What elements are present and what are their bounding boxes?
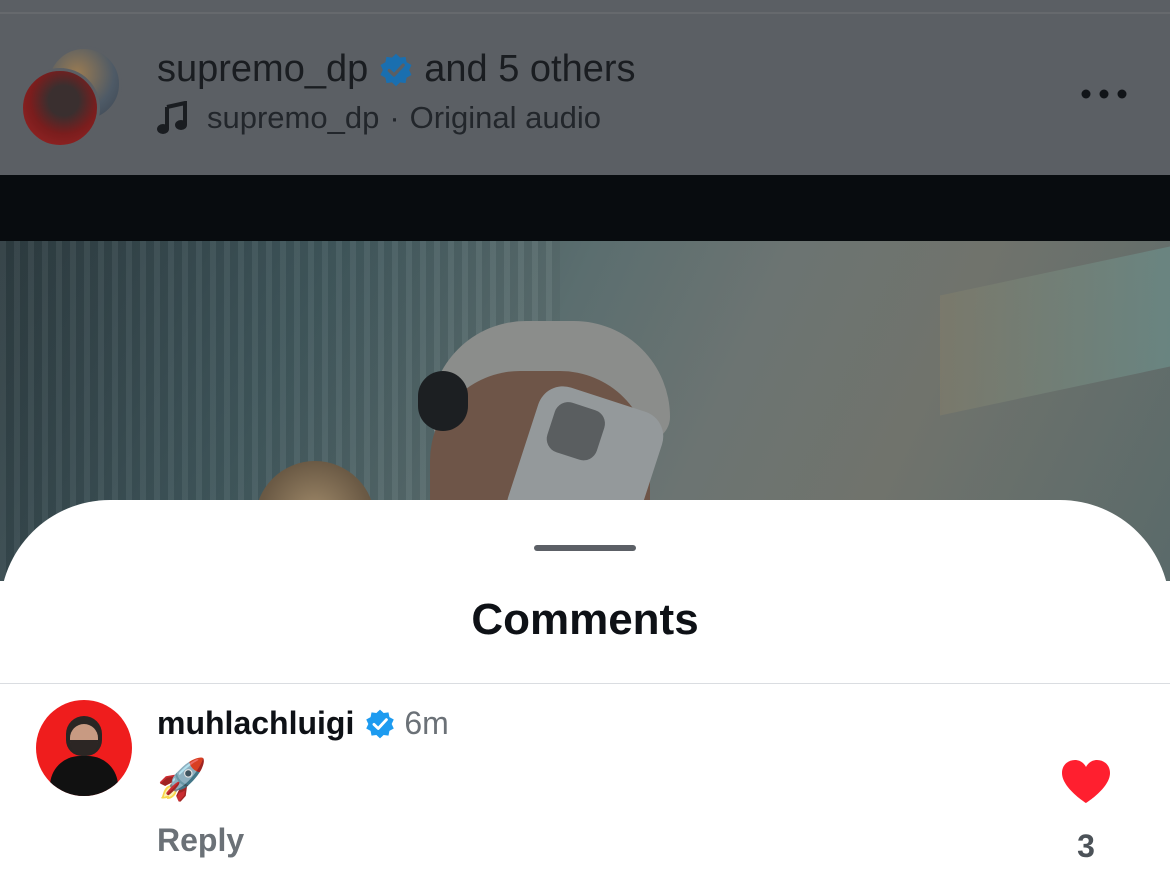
like-count: 3 [1077, 828, 1095, 864]
author-avatar [20, 68, 100, 148]
comment-username[interactable]: muhlachluigi [157, 705, 354, 742]
comments-screen: supremo_dp and 5 others supremo_dp · Ori… [0, 0, 1170, 895]
heart-icon[interactable] [1060, 758, 1112, 806]
reel-header: supremo_dp and 5 others supremo_dp · Ori… [0, 0, 1170, 175]
verified-badge-icon [366, 709, 395, 738]
music-note-icon [157, 101, 187, 134]
sheet-divider [0, 683, 1170, 684]
audio-name: Original audio [409, 100, 601, 135]
collaborators-text[interactable]: and 5 others [424, 48, 635, 91]
sheet-title: Comments [471, 595, 699, 644]
avatar-body [50, 756, 118, 796]
audio-owner: supremo_dp [207, 100, 380, 135]
video-hair [418, 371, 468, 431]
more-options-icon[interactable] [1078, 82, 1130, 106]
reel-author-username[interactable]: supremo_dp [157, 48, 368, 91]
comment-header: muhlachluigi 6m [157, 705, 449, 742]
collaborator-avatars[interactable] [20, 44, 122, 148]
comment-avatar[interactable] [36, 700, 132, 796]
reel-author-line[interactable]: supremo_dp and 5 others [157, 48, 636, 91]
verified-badge-icon [380, 53, 412, 86]
header-divider [0, 12, 1170, 14]
sheet-grabber[interactable] [534, 545, 636, 551]
video-light-panel [940, 246, 1170, 416]
comment-text: 🚀 [157, 758, 207, 802]
reply-button[interactable]: Reply [157, 822, 244, 859]
audio-separator: · [389, 100, 400, 135]
video-letterbox [0, 175, 1170, 241]
comments-sheet: Comments muhlachluigi 6m 🚀 Reply 3 [0, 500, 1170, 895]
audio-line[interactable]: supremo_dp · Original audio [157, 100, 601, 136]
comment-timestamp: 6m [404, 705, 449, 741]
video-phone-camera [543, 398, 609, 464]
